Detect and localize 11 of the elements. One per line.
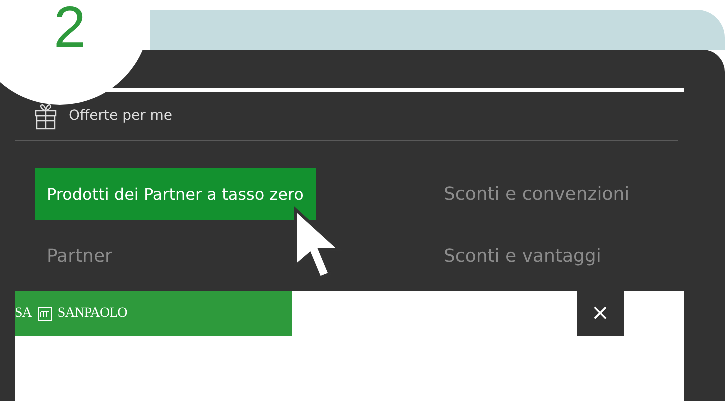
menu-link[interactable]: Sconti e convenzioni <box>432 184 642 204</box>
menu-link[interactable]: Prodotti dei Partner a tasso zero <box>35 168 316 220</box>
menu-link[interactable]: Partner <box>35 246 124 266</box>
logo-icon <box>38 306 52 320</box>
header-label: Offerte per me <box>69 108 173 124</box>
step-number: 2 <box>54 0 86 57</box>
gift-icon <box>35 102 57 130</box>
logo-text: SANPAOLO <box>58 306 128 322</box>
logo-text: SA <box>15 306 32 322</box>
menu-link[interactable]: Sconti e vantaggi <box>432 246 614 266</box>
close-button[interactable]: × <box>577 291 624 336</box>
